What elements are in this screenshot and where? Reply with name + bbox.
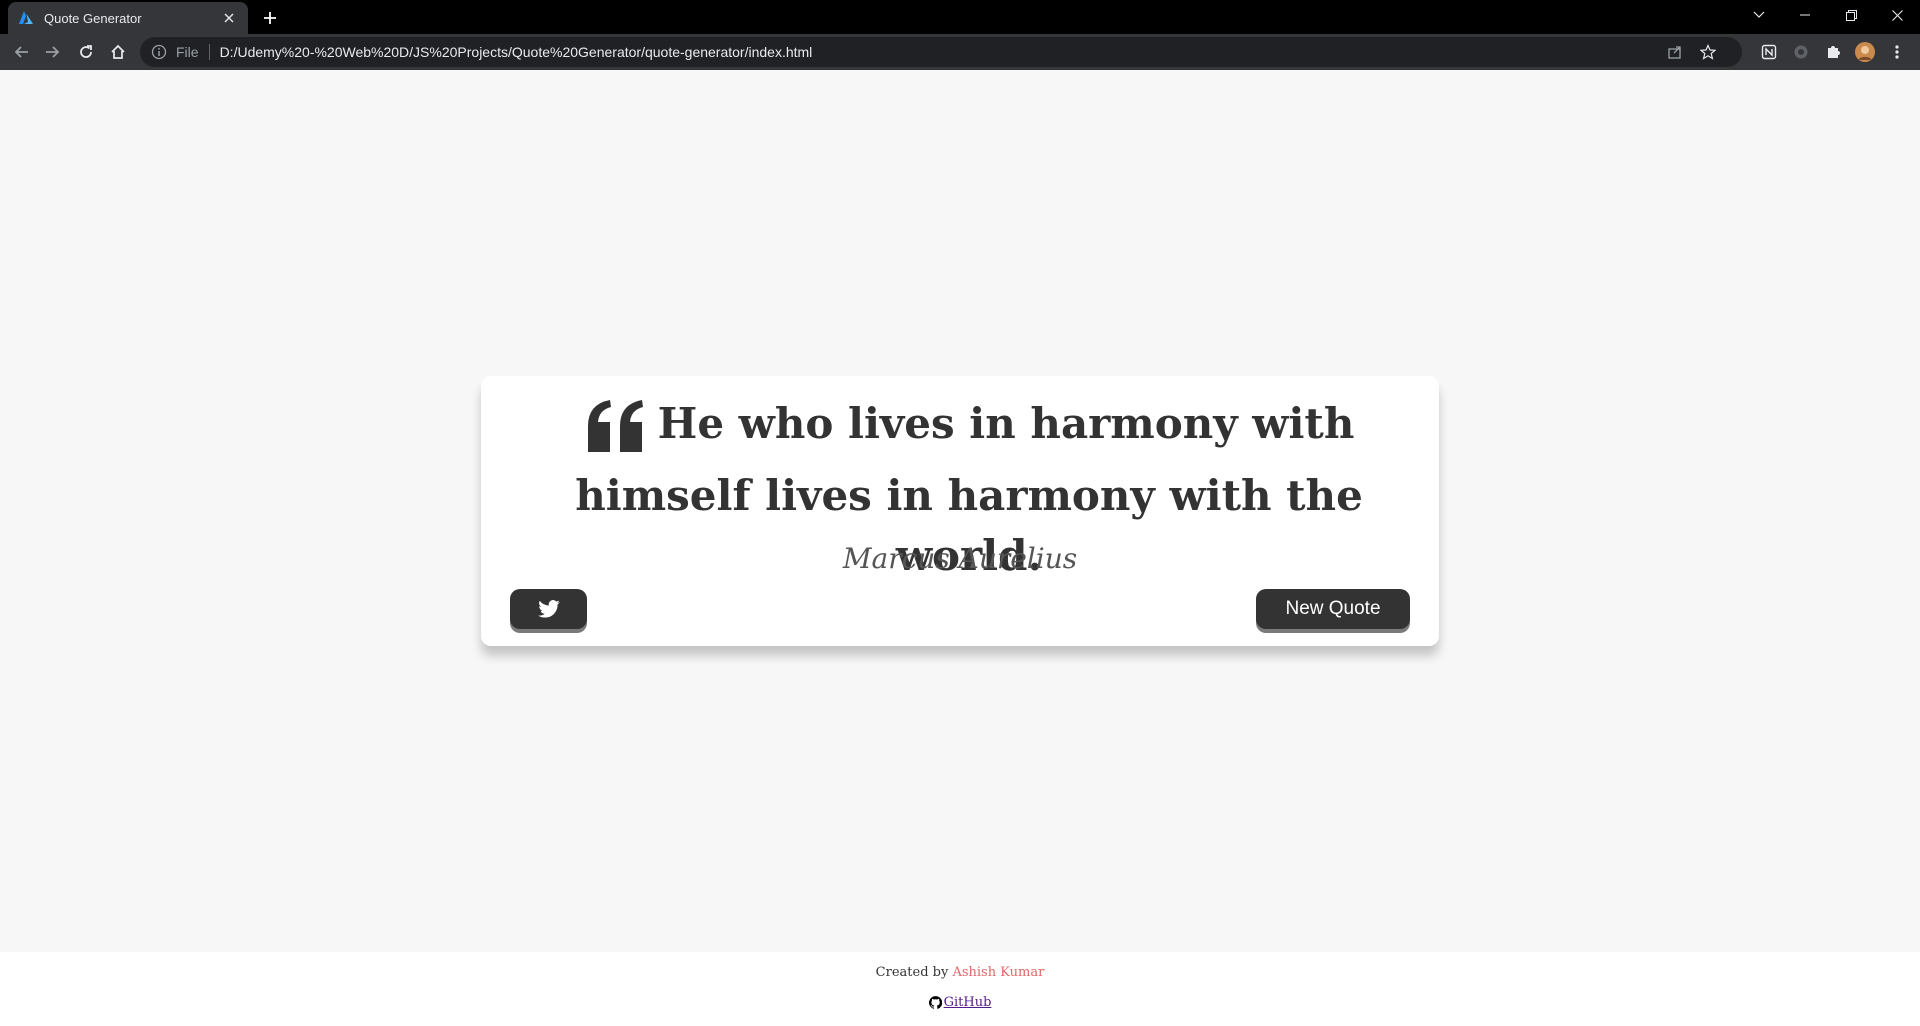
address-bar[interactable]: File D:/Udemy%20-%20Web%20D/JS%20Project… bbox=[140, 37, 1742, 67]
created-by-text: Created by bbox=[875, 965, 949, 980]
quote-container: He who lives in harmony with himself liv… bbox=[481, 376, 1439, 646]
forward-arrow-icon[interactable] bbox=[38, 38, 66, 66]
author-link[interactable]: Ashish Kumar bbox=[952, 965, 1044, 980]
back-arrow-icon[interactable] bbox=[8, 38, 36, 66]
file-scheme-label: File bbox=[176, 44, 199, 60]
footer: Created by Ashish Kumar GitHub bbox=[0, 952, 1920, 1026]
tab-search-icon[interactable] bbox=[1736, 0, 1782, 30]
footer-github: GitHub bbox=[0, 995, 1920, 1010]
github-link[interactable]: GitHub bbox=[944, 995, 992, 1010]
browser-toolbar: File D:/Udemy%20-%20Web%20D/JS%20Project… bbox=[0, 34, 1920, 70]
tab-title: Quote Generator bbox=[44, 10, 142, 26]
twitter-button[interactable] bbox=[510, 589, 587, 629]
browser-tab[interactable]: Quote Generator bbox=[8, 2, 248, 34]
page-viewport: He who lives in harmony with himself liv… bbox=[0, 70, 1920, 1026]
quote-author: Marcus Aurelius bbox=[842, 542, 1078, 575]
minimize-icon[interactable] bbox=[1782, 0, 1828, 30]
profile-avatar[interactable] bbox=[1853, 40, 1877, 64]
address-separator bbox=[208, 44, 210, 60]
window-controls bbox=[1736, 0, 1920, 30]
github-icon bbox=[928, 996, 942, 1009]
close-tab-icon[interactable] bbox=[220, 9, 238, 27]
footer-credit: Created by Ashish Kumar bbox=[0, 965, 1920, 980]
github-extension-icon[interactable] bbox=[1789, 40, 1813, 64]
restore-icon[interactable] bbox=[1828, 0, 1874, 30]
quote-left-icon bbox=[584, 398, 648, 470]
share-icon[interactable] bbox=[1666, 43, 1684, 61]
azure-favicon-icon bbox=[18, 10, 34, 26]
new-quote-button[interactable]: New Quote bbox=[1256, 589, 1410, 629]
info-icon[interactable] bbox=[150, 43, 168, 61]
menu-kebab-icon[interactable] bbox=[1885, 40, 1909, 64]
twitter-icon bbox=[537, 600, 560, 618]
extensions-puzzle-icon[interactable] bbox=[1821, 40, 1845, 64]
url-text[interactable]: D:/Udemy%20-%20Web%20D/JS%20Projects/Quo… bbox=[220, 44, 813, 60]
bookmark-star-icon[interactable] bbox=[1699, 43, 1717, 61]
notion-extension-icon[interactable] bbox=[1757, 40, 1781, 64]
browser-title-bar: Quote Generator bbox=[0, 0, 1920, 34]
reload-icon[interactable] bbox=[72, 38, 100, 66]
home-icon[interactable] bbox=[104, 38, 132, 66]
close-window-icon[interactable] bbox=[1874, 0, 1920, 30]
new-tab-icon[interactable] bbox=[258, 6, 282, 30]
